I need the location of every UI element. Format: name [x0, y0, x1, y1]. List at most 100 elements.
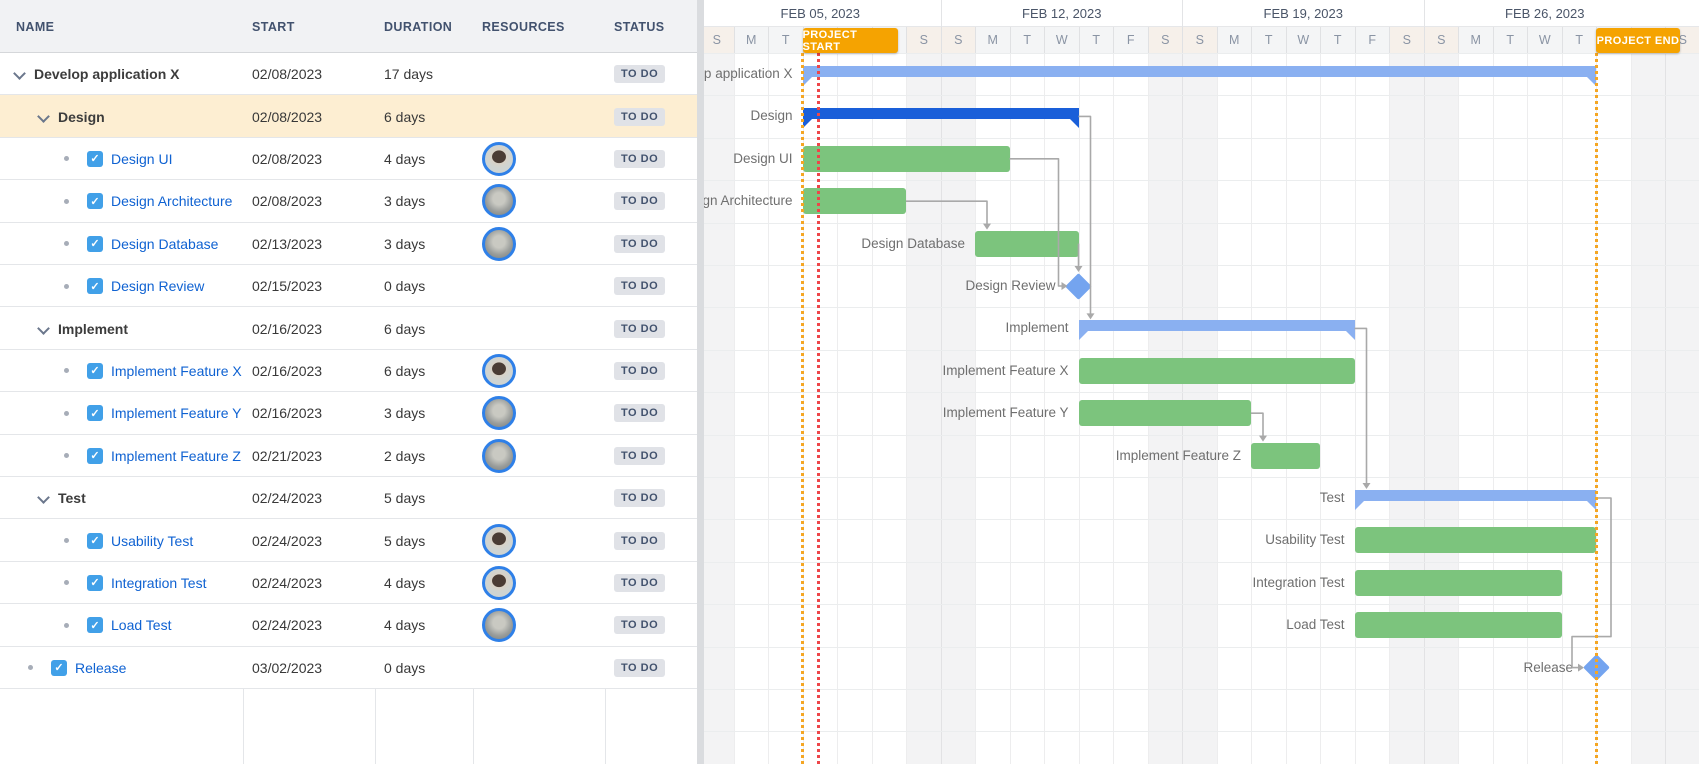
- table-row[interactable]: ✓Integration Test02/24/20234 daysTO DO: [0, 562, 697, 604]
- task-checkbox[interactable]: ✓: [87, 448, 103, 464]
- task-link[interactable]: Implement Feature Y: [111, 405, 241, 421]
- table-row[interactable]: ✓Design Review02/15/20230 daysTO DO: [0, 265, 697, 307]
- timeline-day-cell[interactable]: S: [1389, 27, 1424, 53]
- timeline-day-cell[interactable]: W: [1527, 27, 1562, 53]
- timeline-day-cell[interactable]: S: [941, 27, 976, 53]
- timeline-day-cell[interactable]: T: [1079, 27, 1114, 53]
- timeline-day-cell[interactable]: S: [906, 27, 941, 53]
- task-checkbox[interactable]: ✓: [87, 363, 103, 379]
- task-link[interactable]: Implement Feature X: [111, 363, 242, 379]
- task-link[interactable]: Design Database: [111, 236, 218, 252]
- avatar[interactable]: [482, 524, 516, 558]
- table-row[interactable]: Design02/08/20236 daysTO DO: [0, 95, 697, 137]
- gantt-chart: Develop application XDesignDesign UIDesi…: [704, 0, 1699, 764]
- task-link[interactable]: Implement Feature Z: [111, 448, 241, 464]
- status-badge[interactable]: TO DO: [614, 150, 665, 168]
- chevron-down-icon[interactable]: [38, 493, 48, 503]
- status-badge[interactable]: TO DO: [614, 277, 665, 295]
- status-badge[interactable]: TO DO: [614, 362, 665, 380]
- project-start-badge[interactable]: PROJECT START: [803, 28, 898, 53]
- timeline-day-cell[interactable]: M: [1458, 27, 1493, 53]
- status-badge[interactable]: TO DO: [614, 447, 665, 465]
- task-checkbox[interactable]: ✓: [87, 533, 103, 549]
- status-badge[interactable]: TO DO: [614, 659, 665, 677]
- table-row[interactable]: ✓Implement Feature Y02/16/20233 daysTO D…: [0, 392, 697, 434]
- status-badge[interactable]: TO DO: [614, 532, 665, 550]
- timeline-day-cell[interactable]: S: [1182, 27, 1217, 53]
- table-row[interactable]: ✓Implement Feature X02/16/20236 daysTO D…: [0, 350, 697, 392]
- timeline-day-cell[interactable]: M: [734, 27, 769, 53]
- table-row[interactable]: ✓Release03/02/20230 daysTO DO: [0, 647, 697, 689]
- timeline-day-cell[interactable]: F: [1355, 27, 1390, 53]
- avatar[interactable]: [482, 227, 516, 261]
- task-link[interactable]: Usability Test: [111, 533, 193, 549]
- status-badge[interactable]: TO DO: [614, 108, 665, 126]
- name-cell: Implement: [0, 307, 243, 349]
- status-badge[interactable]: TO DO: [614, 574, 665, 592]
- project-end-badge[interactable]: PROJECT END: [1596, 28, 1680, 53]
- avatar[interactable]: [482, 566, 516, 600]
- avatar[interactable]: [482, 354, 516, 388]
- avatar[interactable]: [482, 396, 516, 430]
- task-checkbox[interactable]: ✓: [87, 575, 103, 591]
- timeline-day-cell[interactable]: W: [1044, 27, 1079, 53]
- status-badge[interactable]: TO DO: [614, 65, 665, 83]
- chevron-down-icon[interactable]: [38, 112, 48, 122]
- task-checkbox[interactable]: ✓: [87, 405, 103, 421]
- table-row[interactable]: ✓Design Architecture02/08/20233 daysTO D…: [0, 180, 697, 222]
- avatar[interactable]: [482, 184, 516, 218]
- table-row[interactable]: ✓Load Test02/24/20234 daysTO DO: [0, 604, 697, 646]
- table-row[interactable]: Develop application X02/08/202317 daysTO…: [0, 53, 697, 95]
- column-header-start[interactable]: START: [252, 0, 295, 53]
- task-link[interactable]: Release: [75, 660, 126, 676]
- status-badge[interactable]: TO DO: [614, 320, 665, 338]
- chevron-down-icon[interactable]: [14, 69, 24, 79]
- task-link[interactable]: Design Review: [111, 278, 204, 294]
- column-header-resources[interactable]: RESOURCES: [482, 0, 565, 53]
- timeline-day-cell[interactable]: T: [1010, 27, 1045, 53]
- table-row[interactable]: Implement02/16/20236 daysTO DO: [0, 307, 697, 349]
- status-badge[interactable]: TO DO: [614, 616, 665, 634]
- avatar[interactable]: [482, 439, 516, 473]
- task-checkbox[interactable]: ✓: [87, 617, 103, 633]
- timeline-day-cell[interactable]: T: [768, 27, 803, 53]
- avatar[interactable]: [482, 608, 516, 642]
- avatar[interactable]: [482, 142, 516, 176]
- start-date-cell: 02/24/2023: [252, 604, 372, 646]
- timeline-day-cell[interactable]: F: [1113, 27, 1148, 53]
- task-link[interactable]: Load Test: [111, 617, 171, 633]
- timeline-day-cell[interactable]: T: [1562, 27, 1597, 53]
- timeline-day-cell[interactable]: M: [1217, 27, 1252, 53]
- timeline-day-cell[interactable]: T: [1493, 27, 1528, 53]
- column-header-duration[interactable]: DURATION: [384, 0, 452, 53]
- dependency-line: [1572, 498, 1611, 668]
- task-checkbox[interactable]: ✓: [87, 151, 103, 167]
- timeline-day-cell[interactable]: S: [1424, 27, 1459, 53]
- column-header-name[interactable]: NAME: [16, 0, 54, 53]
- status-badge[interactable]: TO DO: [614, 404, 665, 422]
- status-badge[interactable]: TO DO: [614, 489, 665, 507]
- status-badge[interactable]: TO DO: [614, 235, 665, 253]
- timeline-day-cell[interactable]: T: [1251, 27, 1286, 53]
- table-row[interactable]: Test02/24/20235 daysTO DO: [0, 477, 697, 519]
- task-checkbox[interactable]: ✓: [87, 236, 103, 252]
- table-row[interactable]: ✓Usability Test02/24/20235 daysTO DO: [0, 519, 697, 561]
- timeline-day-cell[interactable]: W: [1286, 27, 1321, 53]
- table-row[interactable]: ✓Design Database02/13/20233 daysTO DO: [0, 223, 697, 265]
- task-link[interactable]: Integration Test: [111, 575, 206, 591]
- table-row[interactable]: ✓Design UI02/08/20234 daysTO DO: [0, 138, 697, 180]
- timeline-day-cell[interactable]: T: [1320, 27, 1355, 53]
- table-row[interactable]: ✓Implement Feature Z02/21/20232 daysTO D…: [0, 435, 697, 477]
- task-checkbox[interactable]: ✓: [87, 278, 103, 294]
- timeline-day-cell[interactable]: M: [975, 27, 1010, 53]
- status-badge[interactable]: TO DO: [614, 192, 665, 210]
- timeline-day-cell[interactable]: S: [1148, 27, 1183, 53]
- column-header-status[interactable]: STATUS: [614, 0, 665, 53]
- panel-splitter[interactable]: [697, 0, 704, 764]
- chevron-down-icon[interactable]: [38, 324, 48, 334]
- task-link[interactable]: Design Architecture: [111, 193, 232, 209]
- task-link[interactable]: Design UI: [111, 151, 172, 167]
- timeline-day-cell[interactable]: S: [704, 27, 734, 53]
- task-checkbox[interactable]: ✓: [51, 660, 67, 676]
- task-checkbox[interactable]: ✓: [87, 193, 103, 209]
